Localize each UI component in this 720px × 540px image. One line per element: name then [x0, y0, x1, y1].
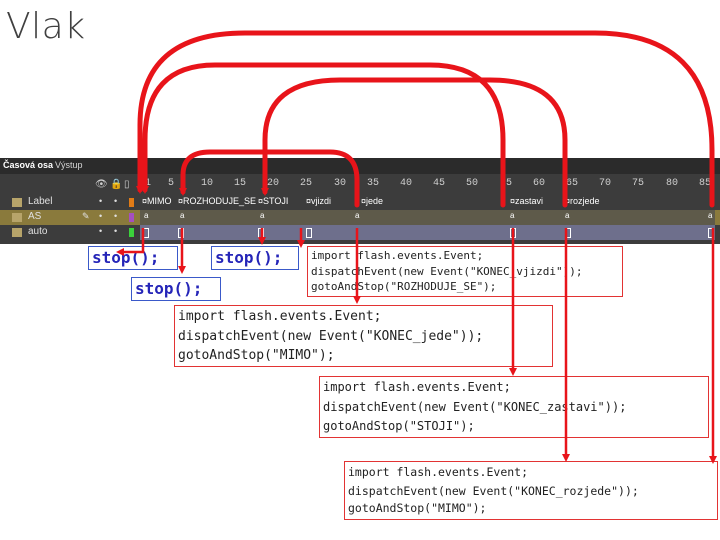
layer-color-swatch[interactable] [129, 198, 134, 207]
timeline-tabs: Časová osa Výstup [0, 158, 720, 174]
folder-icon [12, 198, 22, 207]
code-line: import flash.events.Event; [323, 380, 511, 394]
ruler-tick: 65 [566, 178, 579, 189]
code-line: import flash.events.Event; [348, 465, 529, 479]
code-box-vjizdi: import flash.events.Event; dispatchEvent… [307, 246, 623, 297]
frame-label: ¤vjizdi [306, 196, 332, 206]
ruler-tick: 20 [267, 178, 280, 189]
frame-label: ¤STOJI [258, 196, 289, 206]
eye-icon[interactable]: 👁 [95, 179, 108, 190]
lock-dot-icon[interactable]: • [114, 226, 117, 236]
keyframe[interactable] [708, 228, 714, 238]
ruler-tick: 85 [699, 178, 712, 189]
keyframe[interactable] [258, 228, 264, 238]
code-line: dispatchEvent(new Event("KONEC_rozjede")… [348, 484, 639, 498]
layer-icon [12, 228, 22, 237]
ruler-tick: 75 [632, 178, 645, 189]
code-stop: stop(); [135, 279, 203, 298]
ruler-tick: 50 [466, 178, 479, 189]
layer-name: auto [28, 226, 48, 237]
visibility-dot-icon[interactable]: • [99, 196, 102, 206]
code-line: dispatchEvent(new Event("KONEC_zastavi")… [323, 400, 627, 414]
code-line: dispatchEvent(new Event("KONEC_vjizdi"))… [311, 265, 583, 278]
code-line: import flash.events.Event; [311, 249, 484, 262]
lock-icon[interactable]: 🔒 [110, 179, 122, 190]
code-line: import flash.events.Event; [178, 309, 382, 324]
frame-label: ¤MIMO [142, 196, 172, 206]
ruler-tick: 70 [599, 178, 612, 189]
ruler-tick: 45 [433, 178, 446, 189]
code-stop: stop(); [215, 248, 283, 267]
timeline-panel: Časová osa Výstup 👁 🔒 ▯ 1 5 10 15 20 25 … [0, 158, 720, 244]
frame-track[interactable]: ¤MIMO ¤ROZHODUJE_SE ¤STOJI ¤vjizdi ¤jede… [140, 195, 715, 210]
ruler-tick: 35 [367, 178, 380, 189]
frame-label: ¤ROZHODUJE_SE [178, 196, 257, 206]
ruler-tick: 5 [168, 178, 175, 189]
ruler-tick: 80 [666, 178, 679, 189]
layer-row-as[interactable]: AS ✎ • • a a a a a a a [0, 210, 720, 225]
keyframe[interactable] [306, 228, 312, 238]
ruler-tick: 40 [400, 178, 413, 189]
keyframe[interactable] [178, 228, 184, 238]
code-box-stop: stop(); [211, 246, 299, 270]
layer-color-swatch[interactable] [129, 213, 134, 222]
code-line: dispatchEvent(new Event("KONEC_jede")); [178, 329, 484, 344]
layer-row-auto[interactable]: auto • • [0, 225, 720, 240]
code-box-stop: stop(); [131, 277, 221, 301]
visibility-dot-icon[interactable]: • [99, 211, 102, 221]
code-stop: stop(); [92, 248, 160, 267]
ruler-tick: 30 [334, 178, 347, 189]
outline-icon[interactable]: ▯ [124, 179, 130, 190]
layer-name: AS [28, 211, 42, 222]
layer-color-swatch[interactable] [129, 228, 134, 237]
code-box-stop: stop(); [88, 246, 178, 270]
pencil-icon: ✎ [82, 211, 90, 221]
action-keyframe[interactable]: a [510, 211, 514, 220]
action-keyframe[interactable]: a [355, 211, 359, 220]
ruler-tick: 55 [500, 178, 513, 189]
tab-timeline[interactable]: Časová osa [3, 160, 53, 170]
visibility-dot-icon[interactable]: • [99, 226, 102, 236]
ruler-tick: 10 [201, 178, 214, 189]
layer-icon [12, 213, 22, 222]
tab-output[interactable]: Výstup [55, 160, 83, 170]
keyframe[interactable] [510, 228, 516, 238]
code-line: gotoAndStop("STOJI"); [323, 419, 475, 433]
lock-dot-icon[interactable]: • [114, 211, 117, 221]
code-line: gotoAndStop("ROZHODUJE_SE"); [311, 280, 497, 293]
code-box-jede: import flash.events.Event; dispatchEvent… [174, 305, 553, 367]
layer-name: Label [28, 196, 53, 207]
keyframe[interactable] [143, 228, 149, 238]
code-line: gotoAndStop("MIMO"); [348, 501, 487, 515]
frame-track[interactable] [140, 225, 715, 240]
ruler-tick: 15 [234, 178, 247, 189]
code-box-zastavi: import flash.events.Event; dispatchEvent… [319, 376, 709, 438]
action-keyframe[interactable]: a [180, 211, 184, 220]
frame-label: ¤rozjede [565, 196, 600, 206]
action-keyframe[interactable]: a [144, 211, 148, 220]
code-line: gotoAndStop("MIMO"); [178, 348, 335, 363]
frame-track[interactable]: a a a a a a a [140, 210, 715, 225]
frame-label: ¤jede [361, 196, 384, 206]
layer-row-label[interactable]: Label • • ¤MIMO ¤ROZHODUJE_SE ¤STOJI ¤vj… [0, 195, 720, 210]
lock-dot-icon[interactable]: • [114, 196, 117, 206]
code-box-rozjede: import flash.events.Event; dispatchEvent… [344, 461, 718, 520]
action-keyframe[interactable]: a [260, 211, 264, 220]
ruler-tick: 25 [300, 178, 313, 189]
ruler-tick: 60 [533, 178, 546, 189]
action-keyframe[interactable]: a [708, 211, 712, 220]
slide-title: Vlak [6, 6, 86, 47]
ruler-tick: 1 [145, 178, 152, 189]
action-keyframe[interactable]: a [565, 211, 569, 220]
keyframe[interactable] [565, 228, 571, 238]
frame-label: ¤zastavi [510, 196, 544, 206]
